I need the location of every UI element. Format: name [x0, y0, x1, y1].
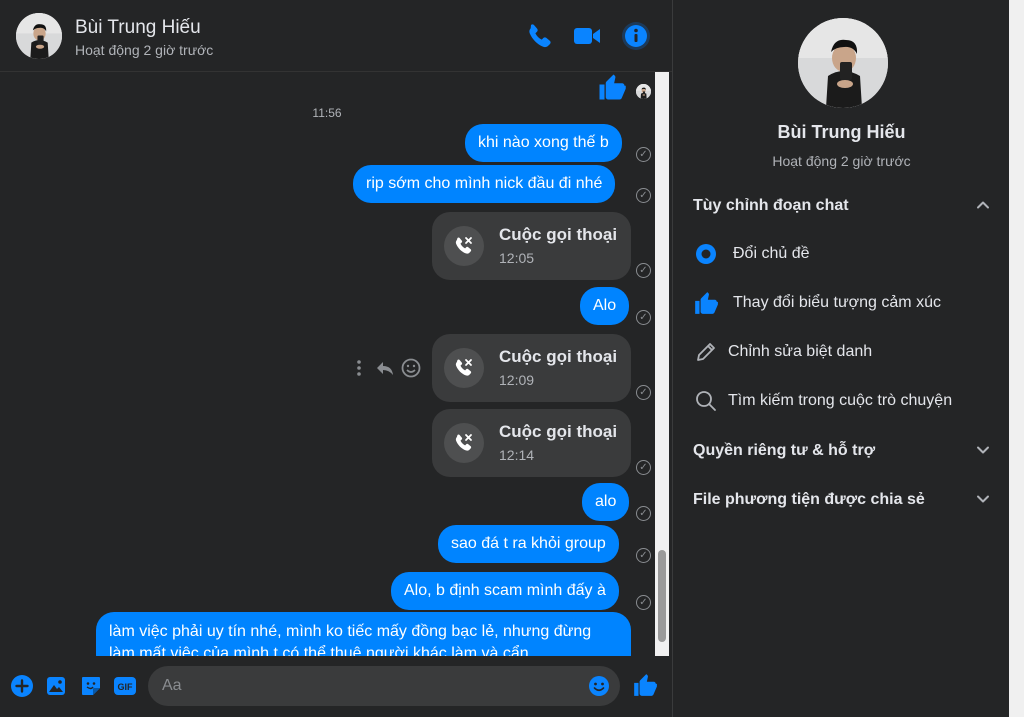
contact-status: Hoạt động 2 giờ trước — [772, 153, 911, 169]
emoji-icon[interactable] — [588, 675, 610, 697]
sent-check-icon: ✓ — [636, 385, 651, 400]
option-edit-nickname[interactable]: Chỉnh sửa biệt danh — [693, 335, 993, 371]
shared-media-section[interactable]: File phương tiện được chia sẻ — [693, 491, 993, 511]
phone-icon[interactable] — [523, 21, 553, 51]
search-icon — [693, 388, 719, 414]
contact-status: Hoạt động 2 giờ trước — [75, 42, 214, 58]
message-input-box[interactable] — [148, 666, 620, 706]
video-icon[interactable] — [572, 21, 602, 51]
voice-call-card[interactable]: Cuộc gọi thoại 12:05 — [432, 212, 631, 280]
missed-call-icon — [444, 348, 484, 388]
option-change-theme[interactable]: Đổi chủ đề — [693, 237, 993, 273]
seen-avatar — [636, 84, 651, 99]
message-actions — [352, 357, 424, 379]
like-sticker-icon — [592, 72, 632, 102]
sent-check-icon: ✓ — [636, 548, 651, 563]
section-label: Quyền riêng tư & hỗ trợ — [693, 442, 876, 459]
call-time: 12:05 — [499, 250, 535, 266]
message-bubble[interactable]: làm việc phải uy tín nhé, mình ko tiếc m… — [96, 612, 631, 656]
time-separator: 11:56 — [312, 106, 342, 120]
section-label: Tùy chỉnh đoạn chat — [693, 197, 849, 214]
message-bubble[interactable]: sao đá t ra khỏi group — [438, 525, 619, 563]
avatar[interactable] — [16, 13, 62, 59]
option-label: Thay đổi biểu tượng cảm xúc — [733, 294, 941, 311]
sent-check-icon: ✓ — [636, 147, 651, 162]
chevron-down-icon[interactable] — [975, 442, 991, 458]
more-options-icon[interactable] — [352, 357, 374, 379]
section-label: File phương tiện được chia sẻ — [693, 491, 925, 508]
option-search-conversation[interactable]: Tìm kiếm trong cuộc trò chuyện — [693, 384, 993, 420]
sent-check-icon: ✓ — [636, 263, 651, 278]
missed-call-icon — [444, 423, 484, 463]
call-title: Cuộc gọi thoại — [499, 347, 618, 366]
chat-header: Bùi Trung Hiếu Hoạt động 2 giờ trước — [0, 0, 672, 72]
contact-name: Bùi Trung Hiếu — [777, 122, 906, 142]
composer: GIF — [0, 656, 672, 717]
voice-call-card[interactable]: Cuộc gọi thoại 12:14 — [432, 409, 631, 477]
image-icon[interactable] — [44, 674, 68, 698]
customize-chat-section[interactable]: Tùy chỉnh đoạn chat — [693, 197, 993, 217]
sent-check-icon: ✓ — [636, 506, 651, 521]
reply-icon[interactable] — [374, 357, 396, 379]
message-input[interactable] — [162, 666, 582, 706]
info-icon[interactable] — [621, 21, 651, 51]
scrollbar-thumb[interactable] — [658, 550, 666, 642]
plus-icon[interactable] — [10, 674, 34, 698]
sent-check-icon: ✓ — [636, 188, 651, 203]
message-bubble[interactable]: Alo — [580, 287, 630, 325]
call-title: Cuộc gọi thoại — [499, 422, 618, 441]
option-label: Tìm kiếm trong cuộc trò chuyện — [728, 392, 953, 409]
message-bubble[interactable]: khi nào xong thế b — [465, 124, 622, 162]
contact-name[interactable]: Bùi Trung Hiếu — [75, 17, 201, 39]
sent-check-icon: ✓ — [636, 595, 651, 610]
sent-check-icon: ✓ — [636, 310, 651, 325]
like-icon[interactable] — [632, 672, 658, 698]
like-icon — [693, 290, 719, 316]
sent-check-icon: ✓ — [636, 460, 651, 475]
option-label: Đổi chủ đề — [733, 245, 810, 262]
chevron-up-icon[interactable] — [975, 197, 991, 213]
option-change-emoji[interactable]: Thay đổi biểu tượng cảm xúc — [693, 286, 993, 322]
chevron-down-icon[interactable] — [975, 491, 991, 507]
message-list[interactable]: 11:56 khi nào xong thế b ✓ rip sớm cho m… — [0, 72, 672, 656]
gif-label: GIF — [118, 682, 134, 692]
message-bubble[interactable]: rip sớm cho mình nick đầu đi nhé — [353, 165, 616, 203]
conversation-info-panel: Bùi Trung Hiếu Hoạt động 2 giờ trước Tùy… — [672, 0, 1009, 717]
message-bubble[interactable]: Alo, b định scam mình đấy à — [391, 572, 619, 610]
sticker-icon[interactable] — [79, 674, 103, 698]
missed-call-icon — [444, 226, 484, 266]
window-edge — [1009, 0, 1024, 717]
call-time: 12:09 — [499, 372, 535, 388]
reaction-icon[interactable] — [400, 357, 422, 379]
gif-icon[interactable]: GIF — [113, 674, 137, 698]
message-bubble[interactable]: alo — [582, 483, 630, 521]
call-time: 12:14 — [499, 447, 535, 463]
option-label: Chỉnh sửa biệt danh — [728, 343, 873, 360]
privacy-support-section[interactable]: Quyền riêng tư & hỗ trợ — [693, 442, 993, 462]
theme-icon — [693, 241, 719, 267]
call-title: Cuộc gọi thoại — [499, 225, 618, 244]
pencil-icon — [693, 339, 719, 365]
voice-call-card[interactable]: Cuộc gọi thoại 12:09 — [432, 334, 631, 402]
avatar[interactable] — [798, 18, 888, 108]
chat-pane: Bùi Trung Hiếu Hoạt động 2 giờ trước 11:… — [0, 0, 672, 717]
